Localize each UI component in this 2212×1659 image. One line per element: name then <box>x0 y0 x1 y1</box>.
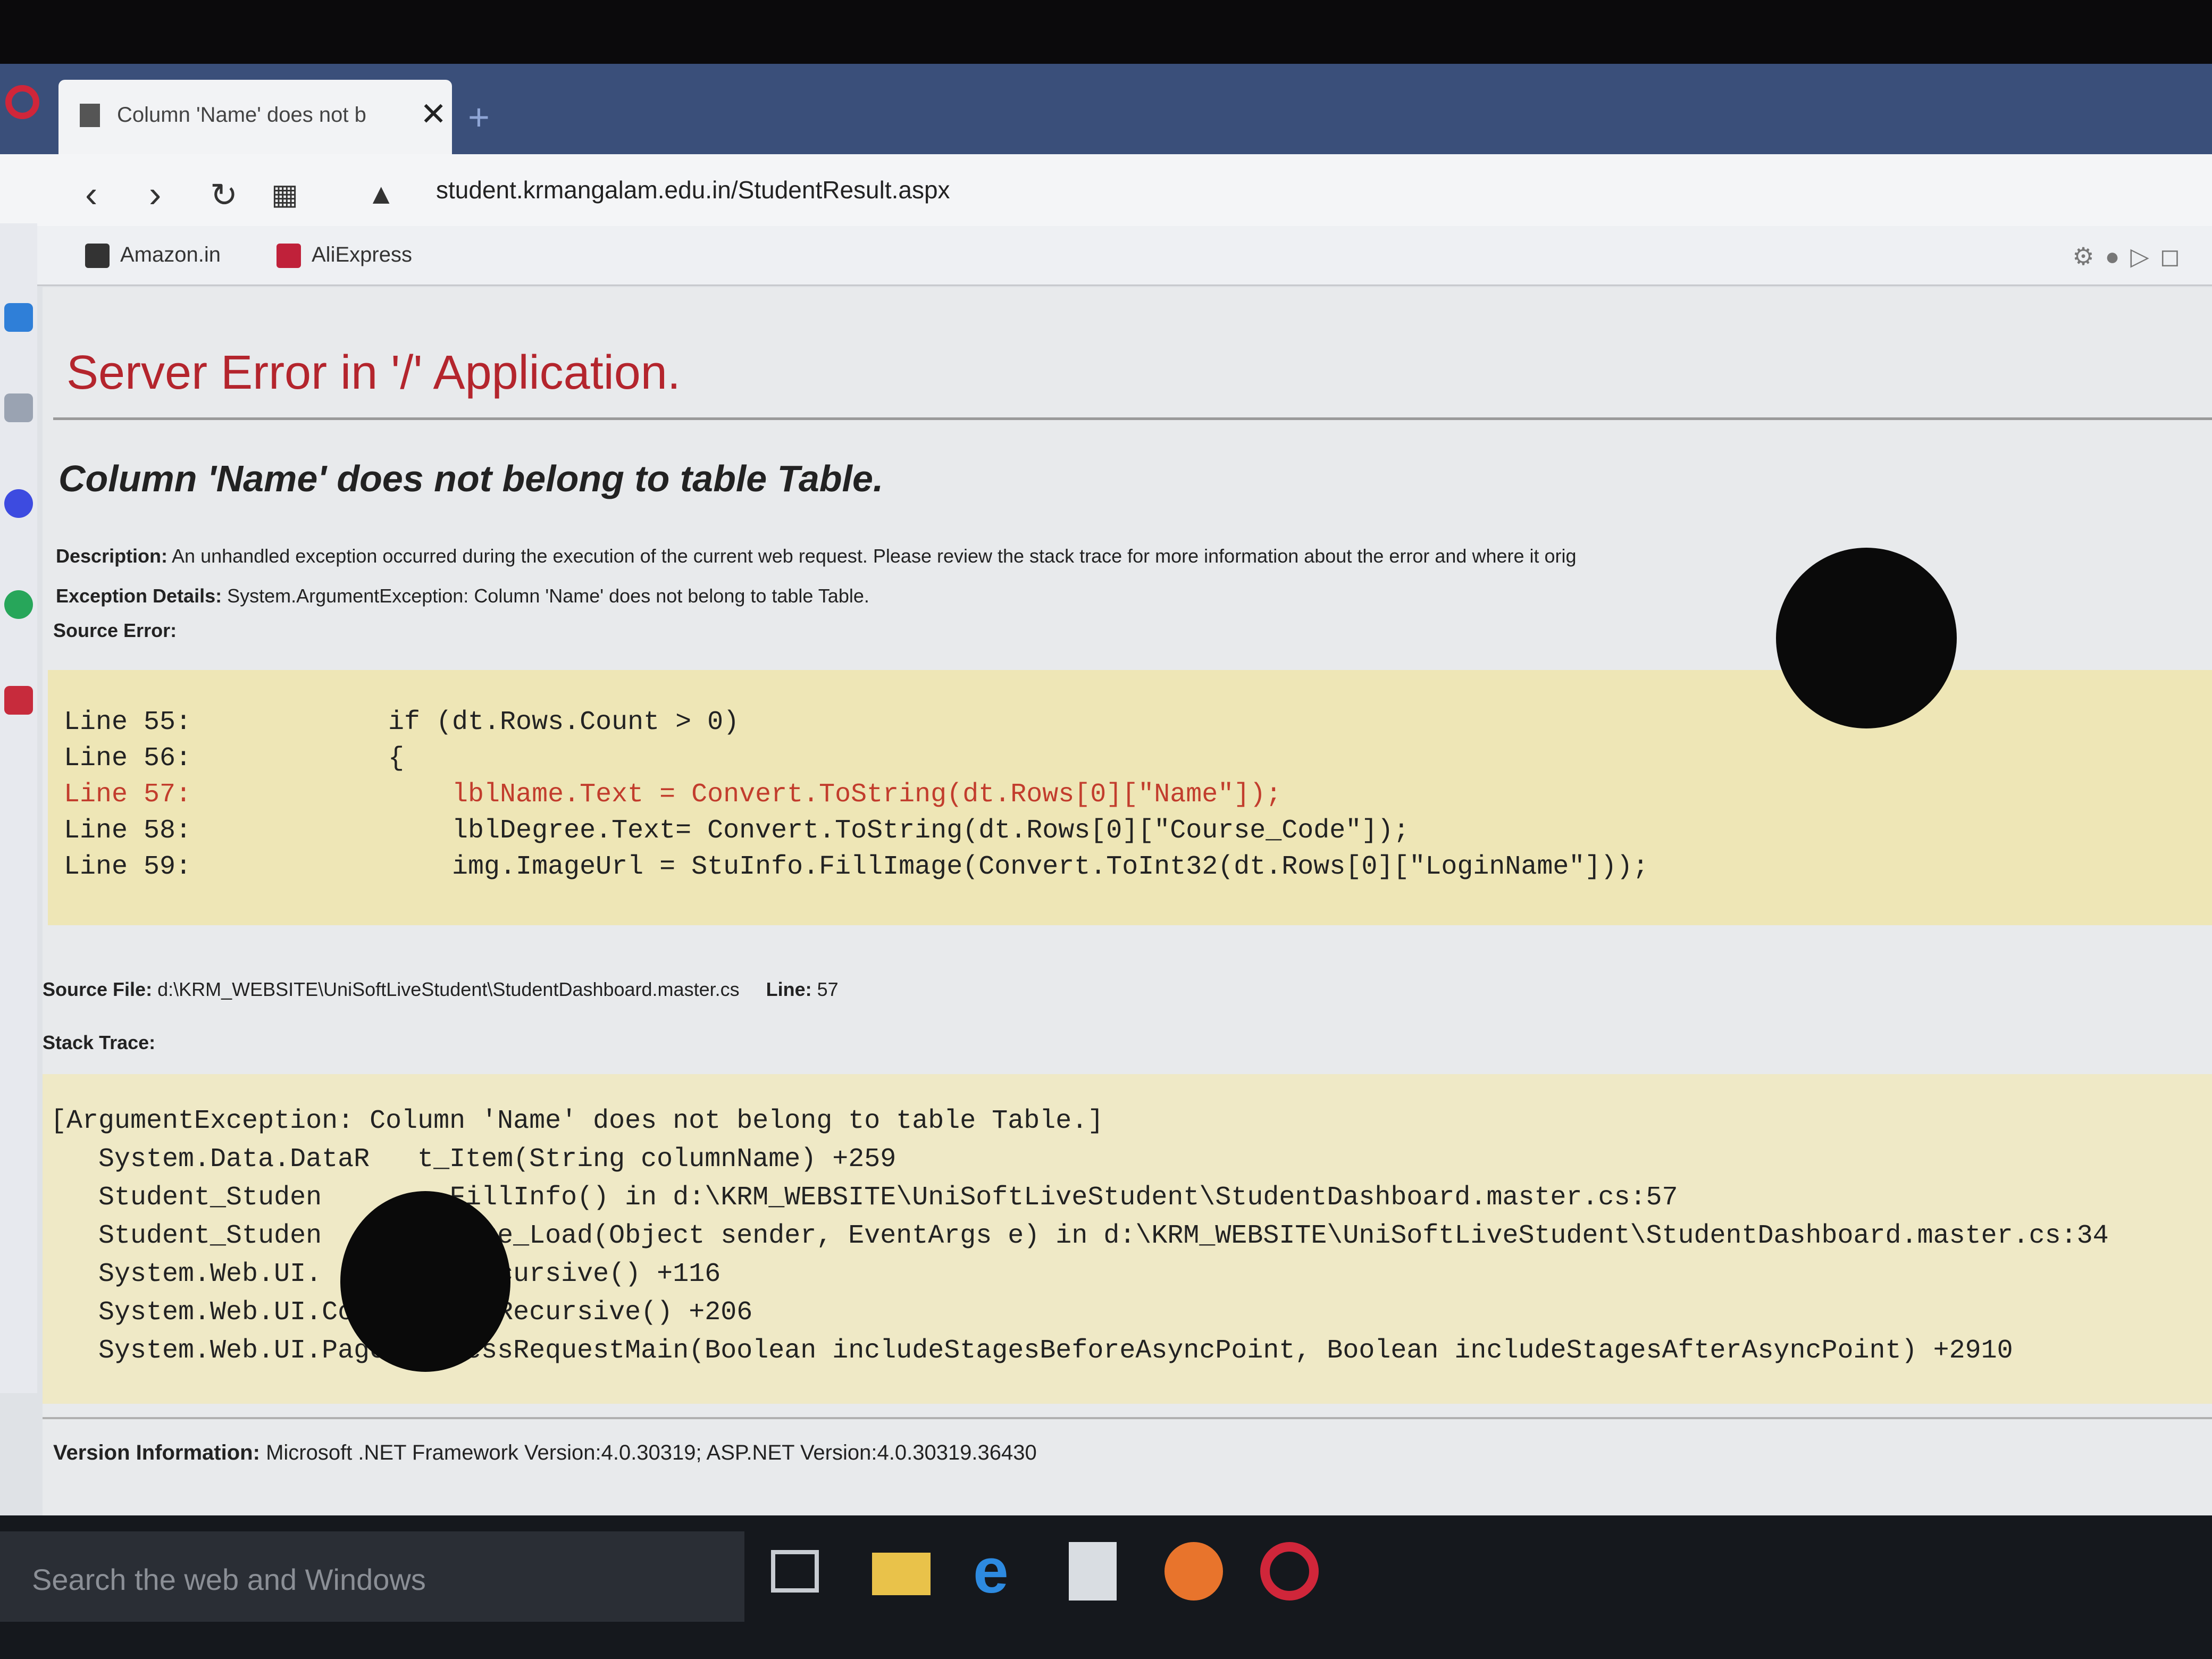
stack-trace-label: Stack Trace: <box>43 1032 156 1053</box>
divider <box>43 1417 2212 1419</box>
redaction-blot <box>1776 548 1957 728</box>
source-line-code-highlighted: lblName.Text = Convert.ToString(dt.Rows[… <box>324 780 1282 810</box>
description-row: Description: An unhandled exception occu… <box>56 545 1577 567</box>
source-line-code: lblDegree.Text= Convert.ToString(dt.Rows… <box>324 816 1410 846</box>
version-text: Microsoft .NET Framework Version:4.0.303… <box>266 1441 1037 1464</box>
source-line-number-highlighted: Line 57: <box>64 780 192 810</box>
page-heading: Server Error in '/' Application. <box>66 346 681 399</box>
bookmark-aliexpress[interactable]: AliExpress <box>276 243 412 269</box>
opera-icon[interactable] <box>1260 1542 1319 1601</box>
bookmarks-bar: Amazon.in AliExpress ⚙●▷◻ <box>0 226 2212 286</box>
browser-sidebar <box>0 223 37 1393</box>
address-bar[interactable]: student.krmangalam.edu.in/StudentResult.… <box>436 175 950 204</box>
source-line-number: Line 56: <box>64 743 192 774</box>
warning-icon[interactable]: ▲ <box>367 178 395 211</box>
sidebar-messenger-icon[interactable] <box>4 489 33 518</box>
line-label: Line: <box>766 978 812 1000</box>
windows-taskbar: Search the web and Windows e <box>0 1515 2212 1659</box>
stack-trace-line: System.Data.DataR t_Item(String columnNa… <box>51 1144 896 1175</box>
back-icon[interactable]: ‹ <box>85 173 97 215</box>
source-error-label: Source Error: <box>53 619 177 641</box>
search-placeholder: Search the web and Windows <box>32 1563 426 1596</box>
browser-tab[interactable]: Column 'Name' does not b ✕ <box>58 80 452 154</box>
version-row: Version Information: Microsoft .NET Fram… <box>53 1441 1037 1465</box>
file-explorer-icon[interactable] <box>872 1553 931 1595</box>
sidebar-extensions-icon[interactable] <box>4 393 33 422</box>
description-text: An unhandled exception occurred during t… <box>172 545 1577 567</box>
page-favicon-icon <box>80 104 100 127</box>
source-line-code: { <box>324 743 405 774</box>
divider <box>53 417 2212 420</box>
stack-trace-line: System.Web.UI.Page.ProcessRequestMain(Bo… <box>51 1336 2013 1366</box>
redaction-blot <box>340 1191 510 1372</box>
taskbar-search-box[interactable]: Search the web and Windows <box>0 1531 744 1622</box>
new-tab-button[interactable]: + <box>468 96 490 138</box>
store-icon[interactable] <box>1069 1542 1117 1601</box>
aliexpress-icon <box>276 244 301 269</box>
source-file-row: Source File: d:\KRM_WEBSITE\UniSoftLiveS… <box>43 978 839 1001</box>
navigation-bar: ‹ › ↻ ▦ ▲ student.krmangalam.edu.in/Stud… <box>0 154 2212 226</box>
tab-close-icon[interactable]: ✕ <box>420 96 447 133</box>
forward-icon[interactable]: › <box>149 173 161 215</box>
version-label: Version Information: <box>53 1441 260 1464</box>
tab-strip: Column 'Name' does not b ✕ + <box>0 64 2212 154</box>
browser-window: Column 'Name' does not b ✕ + ‹ › ↻ ▦ ▲ s… <box>0 64 2212 1515</box>
source-file-path: d:\KRM_WEBSITE\UniSoftLiveStudent\Studen… <box>157 978 740 1000</box>
bookmark-amazon[interactable]: Amazon.in <box>85 243 221 269</box>
exception-row: Exception Details: System.ArgumentExcept… <box>56 585 869 607</box>
description-label: Description: <box>56 545 168 567</box>
source-line-code: if (dt.Rows.Count > 0) <box>324 707 740 738</box>
source-line-number: Line 55: <box>64 707 192 738</box>
window-controls[interactable]: ⚙●▷◻ <box>2072 242 2191 271</box>
opera-menu-icon[interactable] <box>5 85 39 119</box>
sidebar-whatsapp-icon[interactable] <box>4 590 33 619</box>
edge-icon[interactable]: e <box>973 1534 1032 1606</box>
source-line-number: Line 58: <box>64 816 192 846</box>
amazon-icon <box>85 244 110 269</box>
source-line-code: img.ImageUrl = StuInfo.FillImage(Convert… <box>324 852 1649 882</box>
firefox-icon[interactable] <box>1164 1542 1223 1601</box>
speed-dial-icon[interactable]: ▦ <box>271 178 298 211</box>
line-value: 57 <box>817 978 839 1000</box>
exception-text: System.ArgumentException: Column 'Name' … <box>227 585 869 607</box>
source-file-label: Source File: <box>43 978 153 1000</box>
task-view-icon[interactable] <box>771 1550 819 1593</box>
error-title: Column 'Name' does not belong to table T… <box>58 458 884 499</box>
exception-label: Exception Details: <box>56 585 222 607</box>
reload-icon[interactable]: ↻ <box>210 175 238 214</box>
tab-title: Column 'Name' does not b <box>117 103 366 127</box>
sidebar-speed-dial-icon[interactable] <box>4 303 33 332</box>
stack-trace-line: Student_Studen .FillInfo() in d:\KRM_WEB… <box>51 1183 1678 1213</box>
stack-trace-line: [ArgumentException: Column 'Name' does n… <box>51 1106 1104 1136</box>
sidebar-history-icon[interactable] <box>4 686 33 715</box>
error-page: Server Error in '/' Application. Column … <box>43 287 2212 1515</box>
source-line-number: Line 59: <box>64 852 192 882</box>
